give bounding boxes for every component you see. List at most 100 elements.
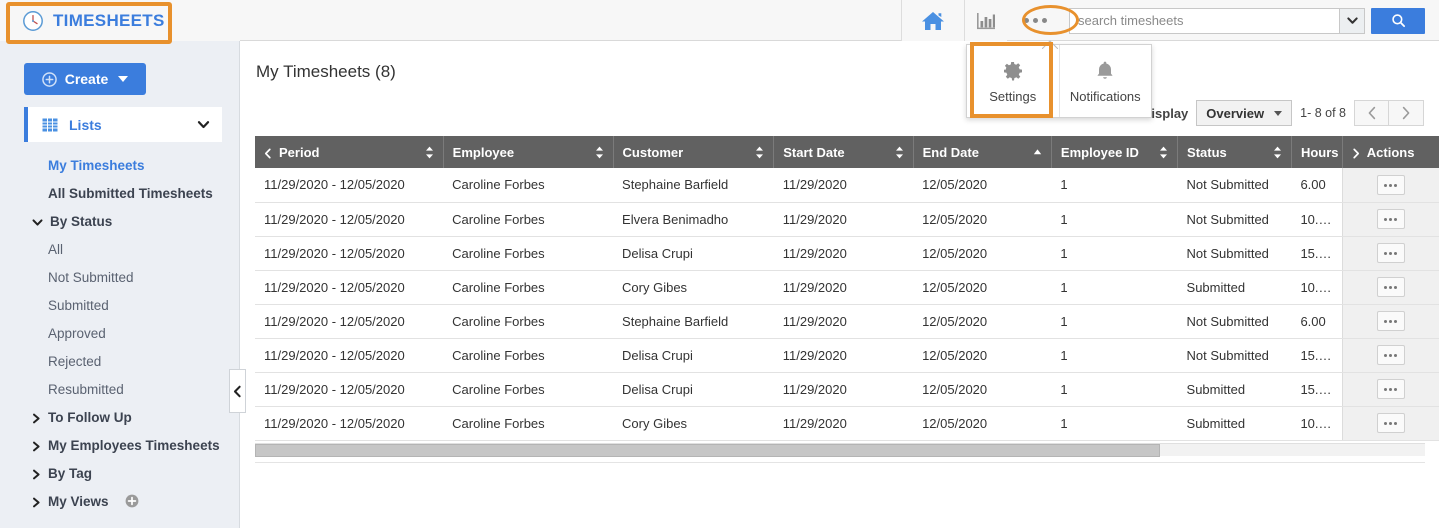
search-scope-dropdown[interactable] <box>1339 7 1365 34</box>
home-button[interactable] <box>902 0 964 41</box>
row-actions-button[interactable] <box>1376 175 1405 195</box>
column-header-customer[interactable]: Customer <box>613 136 775 168</box>
sort-icon[interactable] <box>895 146 904 159</box>
cell-hours: 6.00 <box>1291 168 1343 203</box>
row-actions-button[interactable] <box>1376 311 1405 332</box>
sort-ascending-icon[interactable] <box>1033 146 1042 159</box>
sidebar-item-to-follow-up[interactable]: To Follow Up <box>0 403 240 431</box>
display-mode-select[interactable]: Overview <box>1196 100 1293 126</box>
sort-icon[interactable] <box>1273 146 1282 159</box>
scrollbar-thumb[interactable] <box>255 444 1160 457</box>
chevron-down-icon <box>32 216 43 227</box>
menu-item-settings[interactable]: Settings <box>967 45 1059 117</box>
create-button[interactable]: Create <box>24 63 146 95</box>
column-header-label: Status <box>1187 144 1227 160</box>
cell-end-date: 12/05/2020 <box>913 338 1052 373</box>
column-header-actions[interactable]: Actions <box>1342 136 1439 168</box>
sidebar-item-submitted[interactable]: Submitted <box>0 291 240 319</box>
next-page-button[interactable] <box>1389 100 1424 126</box>
cell-hours: 6.00 <box>1291 304 1343 339</box>
home-icon <box>920 10 946 32</box>
cell-status: Submitted <box>1177 372 1292 407</box>
search-input[interactable] <box>1069 7 1339 34</box>
cell-hours: 10.00 <box>1291 270 1343 305</box>
row-actions-button[interactable] <box>1376 379 1405 400</box>
column-header-label: Actions <box>1366 144 1415 160</box>
menu-item-notifications[interactable]: Notifications <box>1058 45 1152 117</box>
sidebar-item-approved[interactable]: Approved <box>0 319 240 347</box>
cell-employee: Caroline Forbes <box>443 406 614 441</box>
table-row[interactable]: 11/29/2020 - 12/05/2020 Caroline Forbes … <box>255 338 1439 373</box>
horizontal-scrollbar[interactable] <box>255 443 1425 457</box>
cell-employee-id: 1 <box>1051 406 1178 441</box>
sidebar-item-rejected[interactable]: Rejected <box>0 347 240 375</box>
cell-status: Submitted <box>1177 406 1292 441</box>
cell-status: Not Submitted <box>1177 338 1292 373</box>
row-actions-button[interactable] <box>1376 209 1405 230</box>
sort-icon[interactable] <box>755 146 764 159</box>
sidebar-item-label: My Timesheets <box>48 157 145 173</box>
sidebar-item-not-submitted[interactable]: Not Submitted <box>0 263 240 291</box>
row-actions-button[interactable] <box>1376 277 1405 298</box>
column-header-label: End Date <box>922 144 979 160</box>
chevron-right-icon <box>1402 106 1410 120</box>
sidebar-item-label: Submitted <box>48 297 109 313</box>
row-actions-button[interactable] <box>1376 413 1405 434</box>
sidebar-item-my-views[interactable]: My Views <box>0 487 240 515</box>
chevron-right-icon <box>32 496 41 507</box>
sidebar-item-label: Approved <box>48 325 106 341</box>
cell-start-date: 11/29/2020 <box>773 202 914 237</box>
add-view-button[interactable] <box>125 494 139 508</box>
search-submit-button[interactable] <box>1371 7 1425 34</box>
sidebar-collapse-handle[interactable] <box>229 369 246 413</box>
chevron-down-icon <box>118 76 129 82</box>
sidebar-item-resubmitted[interactable]: Resubmitted <box>0 375 240 403</box>
sidebar-item-all-submitted-timesheets[interactable]: All Submitted Timesheets <box>0 179 240 207</box>
sort-icon[interactable] <box>1159 146 1168 159</box>
cell-employee: Caroline Forbes <box>443 372 614 407</box>
column-header-employee[interactable]: Employee <box>443 136 614 168</box>
column-header-period[interactable]: Period <box>255 136 444 168</box>
table-row[interactable]: 11/29/2020 - 12/05/2020 Caroline Forbes … <box>255 304 1439 339</box>
column-header-start-date[interactable]: Start Date <box>773 136 914 168</box>
cell-start-date: 11/29/2020 <box>773 372 914 407</box>
chevron-down-icon <box>1274 110 1283 116</box>
table-row[interactable]: 11/29/2020 - 12/05/2020 Caroline Forbes … <box>255 270 1439 305</box>
chevron-down-icon <box>197 118 210 131</box>
row-actions-button[interactable] <box>1376 243 1405 264</box>
table-row[interactable]: 11/29/2020 - 12/05/2020 Caroline Forbes … <box>255 202 1439 237</box>
popup-arrow <box>1041 36 1059 50</box>
sidebar-item-all[interactable]: All <box>0 235 240 263</box>
cell-employee: Caroline Forbes <box>443 202 614 237</box>
sort-icon[interactable] <box>595 146 604 159</box>
column-header-employee-id[interactable]: Employee ID <box>1051 136 1179 168</box>
table-row[interactable]: 11/29/2020 - 12/05/2020 Caroline Forbes … <box>255 406 1439 441</box>
table-row[interactable]: 11/29/2020 - 12/05/2020 Caroline Forbes … <box>255 372 1439 407</box>
sidebar-item-label: To Follow Up <box>48 409 132 425</box>
sort-icon[interactable] <box>425 146 434 159</box>
sidebar-item-my-timesheets[interactable]: My Timesheets <box>0 151 240 179</box>
prev-page-button[interactable] <box>1354 100 1389 126</box>
sidebar-item-by-status[interactable]: By Status <box>0 207 240 235</box>
cell-start-date: 11/29/2020 <box>773 304 914 339</box>
column-header-hours[interactable]: Hours <box>1291 136 1343 168</box>
cell-start-date: 11/29/2020 <box>773 406 914 441</box>
table-row[interactable]: 11/29/2020 - 12/05/2020 Caroline Forbes … <box>255 236 1439 271</box>
cell-start-date: 11/29/2020 <box>773 168 914 203</box>
row-actions-button[interactable] <box>1376 345 1405 366</box>
cell-end-date: 12/05/2020 <box>913 236 1052 271</box>
sidebar-item-my-employees-timesheets[interactable]: My Employees Timesheets <box>0 431 240 459</box>
sidebar-item-label: My Employees Timesheets <box>48 437 220 453</box>
sidebar-section-lists-label: Lists <box>69 116 102 133</box>
reports-button[interactable] <box>965 0 1007 41</box>
table-row[interactable]: 11/29/2020 - 12/05/2020 Caroline Forbes … <box>255 168 1439 203</box>
column-header-status[interactable]: Status <box>1177 136 1292 168</box>
more-menu-button[interactable] <box>1007 0 1063 41</box>
divider <box>255 462 1425 463</box>
cell-hours: 10.00 <box>1291 406 1343 441</box>
sidebar-section-lists[interactable]: Lists <box>24 107 222 142</box>
sidebar-item-by-tag[interactable]: By Tag <box>0 459 240 487</box>
chevron-left-icon <box>233 385 241 397</box>
brand-area[interactable]: TIMESHEETS <box>0 0 240 41</box>
column-header-end-date[interactable]: End Date <box>913 136 1052 168</box>
